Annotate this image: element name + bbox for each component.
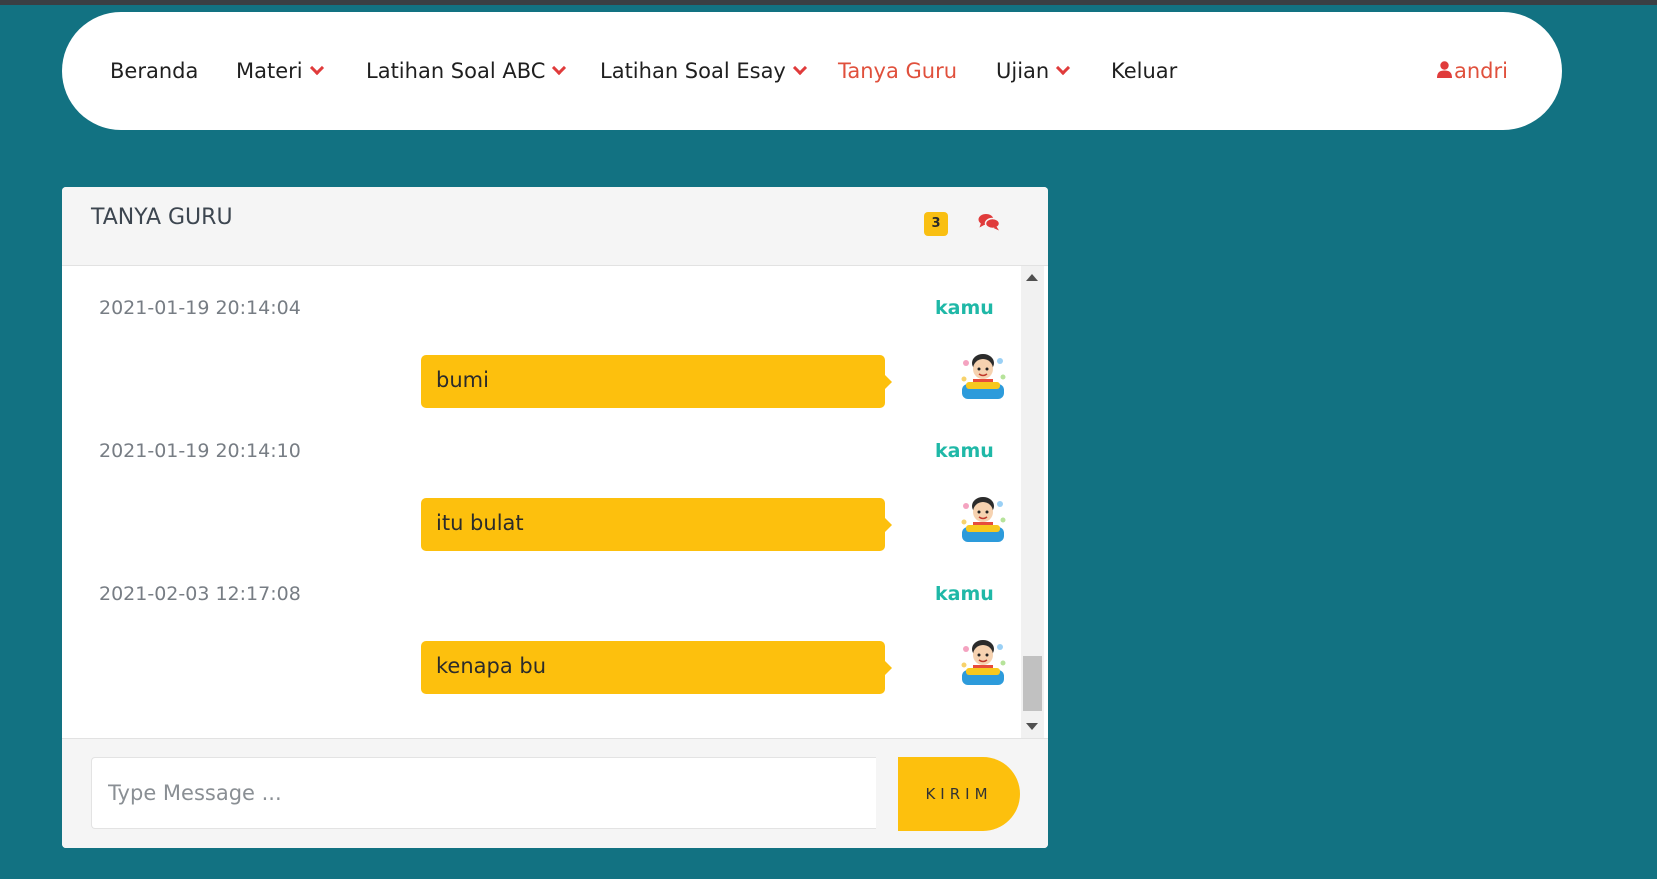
chevron-down-icon bbox=[792, 60, 807, 76]
avatar-image bbox=[961, 640, 1006, 685]
message-text: kenapa bu bbox=[436, 654, 547, 678]
message-author: kamu bbox=[935, 583, 994, 605]
user-name: andri bbox=[1454, 59, 1508, 83]
chat-footer: KIRIM bbox=[62, 738, 1048, 848]
send-button[interactable]: KIRIM bbox=[898, 757, 1020, 831]
chat-header: TANYA GURU 3 bbox=[62, 187, 1048, 266]
message-text: itu bulat bbox=[436, 511, 524, 535]
scroll-down-arrow-icon[interactable] bbox=[1026, 723, 1038, 730]
chevron-down-icon bbox=[1056, 60, 1071, 76]
avatar-image bbox=[961, 497, 1006, 542]
message-bubble: kenapa bu bbox=[421, 641, 892, 694]
scroll-up-arrow-icon[interactable] bbox=[1026, 274, 1038, 281]
comments-icon[interactable] bbox=[978, 213, 1000, 231]
tanya-guru-chat-card: TANYA GURU 3 2021-01-19 20:14:04 kamu bu… bbox=[62, 187, 1048, 848]
message-text: bumi bbox=[436, 368, 489, 392]
message-author: kamu bbox=[935, 440, 994, 462]
nav-materi[interactable]: Materi bbox=[236, 12, 324, 130]
nav-tanya-guru[interactable]: Tanya Guru bbox=[838, 12, 957, 130]
nav-keluar[interactable]: Keluar bbox=[1111, 12, 1177, 130]
scroll-thumb[interactable] bbox=[1023, 656, 1042, 711]
chat-title: TANYA GURU bbox=[91, 205, 233, 230]
message-timestamp: 2021-01-19 20:14:10 bbox=[99, 440, 301, 462]
browser-top-edge bbox=[0, 0, 1657, 5]
nav-ujian[interactable]: Ujian bbox=[996, 12, 1071, 130]
chat-messages[interactable]: 2021-01-19 20:14:04 kamu bumi 2021-01-19… bbox=[62, 266, 1048, 738]
message-count-badge: 3 bbox=[924, 212, 948, 236]
main-navbar: Beranda Materi Latihan Soal ABC Latihan … bbox=[62, 12, 1562, 130]
avatar-image bbox=[961, 354, 1006, 399]
nav-latihan-soal-esay[interactable]: Latihan Soal Esay bbox=[600, 12, 807, 130]
message-timestamp: 2021-01-19 20:14:04 bbox=[99, 297, 301, 319]
user-menu[interactable]: andri bbox=[1437, 12, 1508, 130]
message-timestamp: 2021-02-03 12:17:08 bbox=[99, 583, 301, 605]
message-author: kamu bbox=[935, 297, 994, 319]
chevron-down-icon bbox=[552, 60, 567, 76]
chat-scrollbar[interactable] bbox=[1021, 266, 1044, 738]
message-input[interactable] bbox=[91, 757, 876, 829]
nav-latihan-soal-abc[interactable]: Latihan Soal ABC bbox=[366, 12, 567, 130]
nav-beranda[interactable]: Beranda bbox=[110, 12, 198, 130]
user-icon bbox=[1437, 60, 1452, 78]
chevron-down-icon bbox=[309, 60, 324, 76]
message-bubble: bumi bbox=[421, 355, 892, 408]
message-bubble: itu bulat bbox=[421, 498, 892, 551]
